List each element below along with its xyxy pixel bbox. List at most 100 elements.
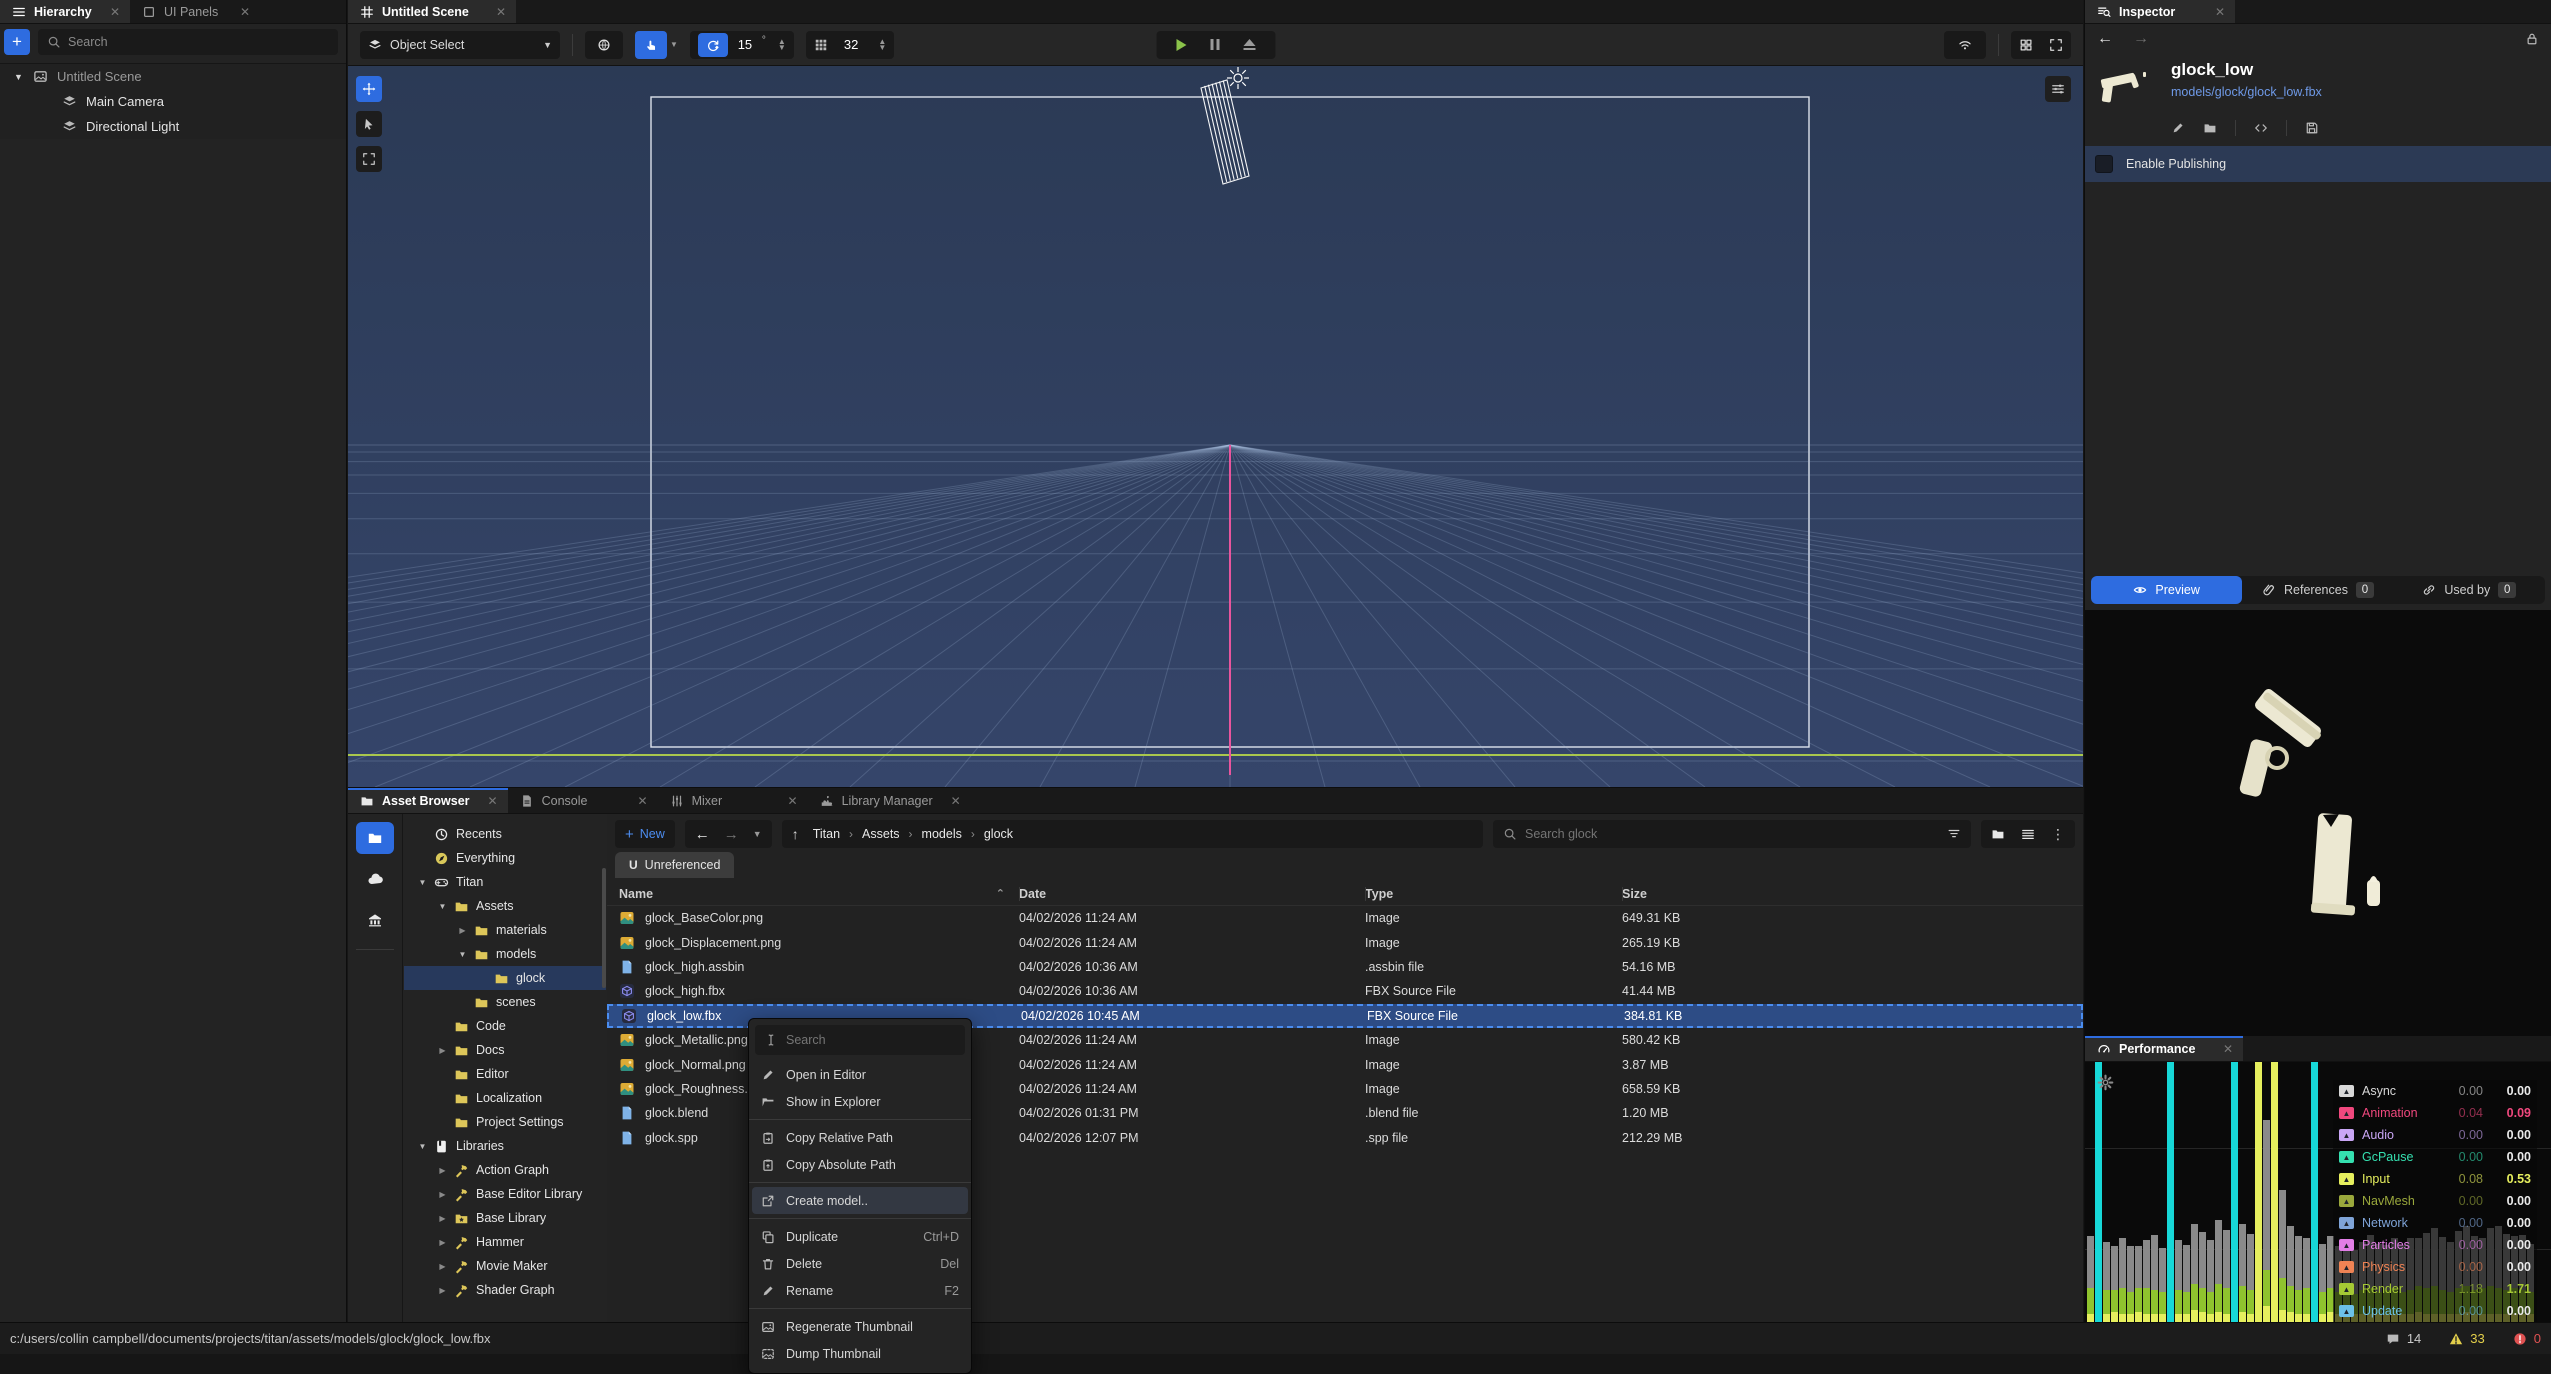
close-icon[interactable]: ✕ bbox=[100, 5, 120, 19]
menu-item-delete[interactable]: DeleteDel bbox=[749, 1250, 971, 1277]
select-mode-dropdown[interactable]: Object Select ▼ bbox=[360, 31, 560, 59]
folder-tree-item-shader-graph[interactable]: ▶Shader Graph bbox=[404, 1278, 606, 1302]
viewport-options-button[interactable] bbox=[2045, 76, 2071, 102]
column-header-name[interactable]: Name⌃ bbox=[607, 887, 1019, 901]
rotate-snap-stepper[interactable]: ▲▼ bbox=[774, 39, 786, 51]
rotate-snap-value[interactable]: 15 bbox=[736, 37, 754, 52]
perf-row-update[interactable]: ▲Update0.000.00 bbox=[2333, 1300, 2537, 1322]
folder-tree-item-action-graph[interactable]: ▶Action Graph bbox=[404, 1158, 606, 1182]
scene-viewport[interactable] bbox=[348, 66, 2083, 787]
hierarchy-item[interactable]: Directional Light bbox=[0, 114, 346, 139]
back-icon[interactable]: ← bbox=[2097, 30, 2113, 48]
grid-size-stepper[interactable]: ▲▼ bbox=[874, 39, 886, 51]
caret-down-icon[interactable]: ▼ bbox=[438, 902, 447, 911]
perf-row-input[interactable]: ▲Input0.080.53 bbox=[2333, 1168, 2537, 1190]
lock-icon[interactable] bbox=[2525, 32, 2539, 46]
close-icon[interactable]: ✕ bbox=[478, 794, 498, 808]
close-icon[interactable]: ✕ bbox=[486, 5, 506, 19]
caret-right-icon[interactable]: ▶ bbox=[438, 1238, 447, 1247]
context-search-input[interactable] bbox=[786, 1033, 956, 1047]
tab-asset-browser[interactable]: Asset Browser✕ bbox=[348, 788, 508, 813]
caret-down-icon[interactable]: ▼ bbox=[418, 1142, 427, 1151]
preview-3d-area[interactable] bbox=[2085, 610, 2551, 1036]
close-icon[interactable]: ✕ bbox=[628, 794, 648, 808]
context-menu-search[interactable] bbox=[755, 1025, 965, 1055]
folder-tree-item-glock[interactable]: glock bbox=[404, 966, 606, 990]
close-icon[interactable]: ✕ bbox=[2213, 1042, 2233, 1056]
kebab-icon[interactable]: ⋮ bbox=[2051, 826, 2065, 843]
caret-right-icon[interactable]: ▶ bbox=[438, 1166, 447, 1175]
rotate-snap-button[interactable] bbox=[698, 33, 728, 57]
move-tool-button[interactable] bbox=[356, 76, 382, 102]
hierarchy-search[interactable] bbox=[38, 29, 338, 55]
eject-button[interactable] bbox=[1231, 39, 1267, 50]
tab-library-manager[interactable]: Library Manager✕ bbox=[808, 788, 971, 813]
messages-indicator[interactable]: 14 bbox=[2386, 1331, 2421, 1346]
folder-tree-item-localization[interactable]: Localization bbox=[404, 1086, 606, 1110]
asset-search-input[interactable] bbox=[1525, 827, 1939, 841]
perf-row-gcpause[interactable]: ▲GcPause0.000.00 bbox=[2333, 1146, 2537, 1168]
history-chevron-icon[interactable]: ▼ bbox=[753, 829, 762, 839]
caret-right-icon[interactable]: ▶ bbox=[438, 1046, 447, 1055]
tab-hierarchy[interactable]: Hierarchy✕ bbox=[0, 0, 130, 23]
save-icon[interactable] bbox=[2305, 121, 2319, 135]
filter-icon[interactable] bbox=[1947, 827, 1961, 841]
column-header-date[interactable]: Date bbox=[1019, 887, 1365, 901]
tab-untitled-scene[interactable]: Untitled Scene ✕ bbox=[348, 0, 516, 23]
gear-icon[interactable] bbox=[2097, 1074, 2114, 1091]
folder-tree-item-materials[interactable]: ▶materials bbox=[404, 918, 606, 942]
back-icon[interactable]: ← bbox=[695, 826, 710, 843]
folder-tree-item-titan[interactable]: ▼Titan bbox=[404, 870, 606, 894]
forward-icon[interactable]: → bbox=[724, 826, 739, 843]
folder-tree-item-hammer[interactable]: ▶Hammer bbox=[404, 1230, 606, 1254]
perf-row-audio[interactable]: ▲Audio0.000.00 bbox=[2333, 1124, 2537, 1146]
close-icon[interactable]: ✕ bbox=[778, 794, 798, 808]
column-header-type[interactable]: Type bbox=[1365, 887, 1622, 901]
rail-cloud-button[interactable] bbox=[356, 863, 394, 895]
asset-path-link[interactable]: models/glock/glock_low.fbx bbox=[2171, 85, 2322, 99]
folder-tree-item-base-library[interactable]: ▶Base Library bbox=[404, 1206, 606, 1230]
view-tab-preview[interactable]: Preview bbox=[2091, 576, 2242, 604]
perf-row-render[interactable]: ▲Render1.181.71 bbox=[2333, 1278, 2537, 1300]
caret-down-icon[interactable]: ▼ bbox=[458, 950, 467, 959]
perf-row-async[interactable]: ▲Async0.000.00 bbox=[2333, 1080, 2537, 1102]
unreferenced-filter-chip[interactable]: U Unreferenced bbox=[615, 852, 734, 878]
caret-right-icon[interactable]: ▶ bbox=[438, 1262, 447, 1271]
folder-tree-item-project-settings[interactable]: Project Settings bbox=[404, 1110, 606, 1134]
menu-item-open-in-editor[interactable]: Open in Editor bbox=[749, 1061, 971, 1088]
rail-files-button[interactable] bbox=[356, 822, 394, 854]
caret-down-icon[interactable]: ▼ bbox=[14, 72, 24, 82]
caret-right-icon[interactable]: ▶ bbox=[438, 1286, 447, 1295]
warnings-indicator[interactable]: 33 bbox=[2449, 1331, 2484, 1346]
breadcrumb-item[interactable]: Titan bbox=[813, 827, 840, 841]
folder-tree-item-assets[interactable]: ▼Assets bbox=[404, 894, 606, 918]
view-tab-references[interactable]: References0 bbox=[2242, 576, 2393, 604]
add-entity-button[interactable]: + bbox=[4, 29, 30, 55]
caret-right-icon[interactable]: ▶ bbox=[438, 1190, 447, 1199]
forward-icon[interactable]: → bbox=[2133, 30, 2149, 48]
close-icon[interactable]: ✕ bbox=[2205, 5, 2225, 19]
folder-icon[interactable] bbox=[2203, 121, 2217, 135]
column-header-size[interactable]: Size bbox=[1622, 887, 2083, 901]
perf-row-particles[interactable]: ▲Particles0.000.00 bbox=[2333, 1234, 2537, 1256]
grid-size-value[interactable]: 32 bbox=[836, 37, 866, 52]
pause-button[interactable] bbox=[1198, 39, 1231, 50]
close-icon[interactable]: ✕ bbox=[941, 794, 961, 808]
enable-publishing-row[interactable]: Enable Publishing bbox=[2085, 146, 2551, 182]
tab-mixer[interactable]: Mixer✕ bbox=[658, 788, 808, 813]
folder-tree-item-base-editor-library[interactable]: ▶Base Editor Library bbox=[404, 1182, 606, 1206]
menu-item-rename[interactable]: RenameF2 bbox=[749, 1277, 971, 1304]
caret-right-icon[interactable]: ▶ bbox=[438, 1214, 447, 1223]
folder-tree-item-docs[interactable]: ▶Docs bbox=[404, 1038, 606, 1062]
folder-tree-item-scenes[interactable]: scenes bbox=[404, 990, 606, 1014]
menu-item-copy-absolute-path[interactable]: Copy Absolute Path bbox=[749, 1151, 971, 1178]
perf-row-network[interactable]: ▲Network0.000.00 bbox=[2333, 1212, 2537, 1234]
menu-item-regenerate-thumbnail[interactable]: Regenerate Thumbnail bbox=[749, 1313, 971, 1340]
breadcrumb-item[interactable]: Assets bbox=[862, 827, 900, 841]
folder-tree-item-libraries[interactable]: ▼Libraries bbox=[404, 1134, 606, 1158]
menu-item-copy-relative-path[interactable]: Copy Relative Path bbox=[749, 1124, 971, 1151]
hierarchy-search-input[interactable] bbox=[68, 35, 329, 49]
caret-down-icon[interactable]: ▼ bbox=[418, 878, 427, 887]
fullscreen-icon[interactable] bbox=[2049, 38, 2063, 52]
perf-row-navmesh[interactable]: ▲NavMesh0.000.00 bbox=[2333, 1190, 2537, 1212]
